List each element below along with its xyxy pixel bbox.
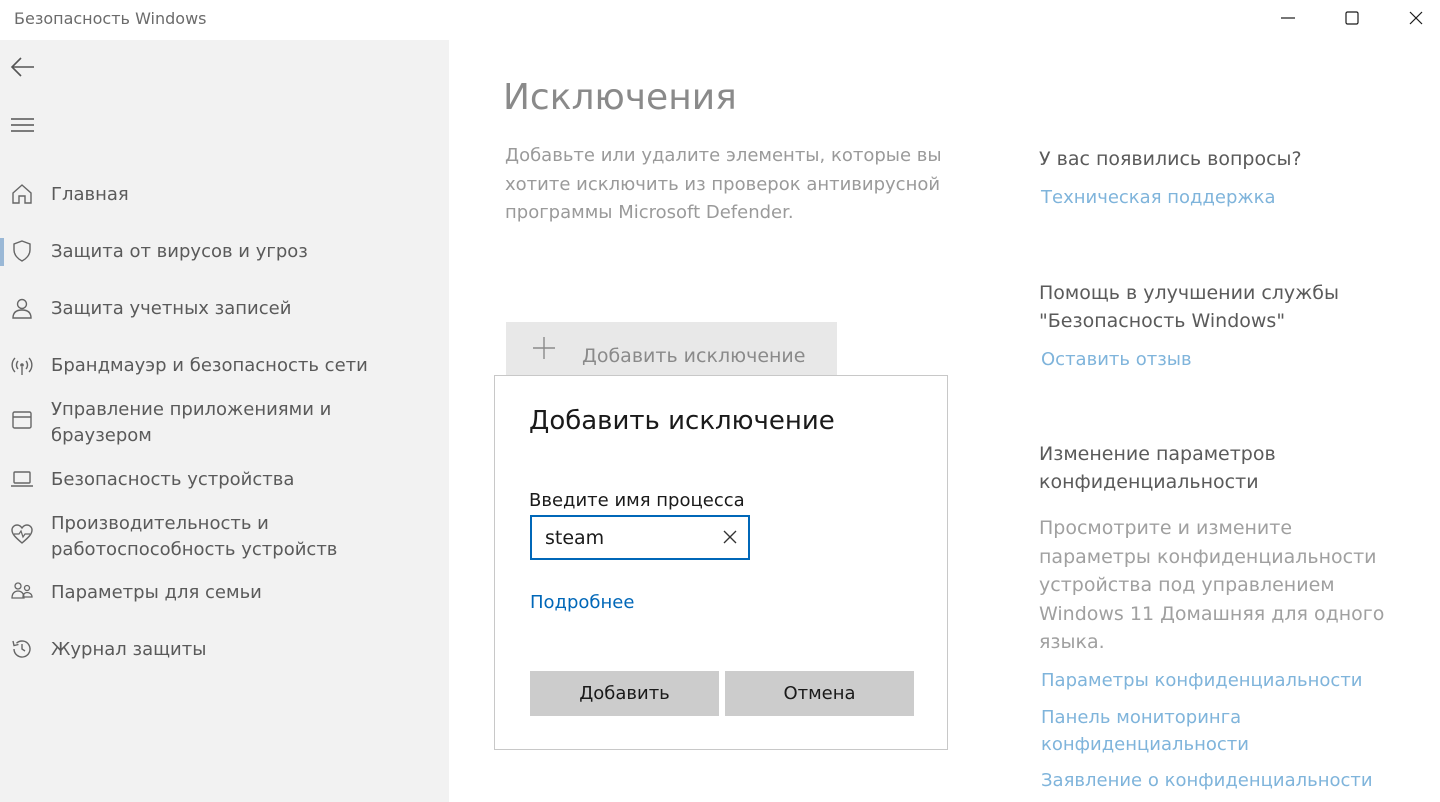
feedback-link[interactable]: Оставить отзыв	[1041, 346, 1192, 373]
family-icon	[11, 582, 33, 599]
window-title: Безопасность Windows	[14, 9, 207, 28]
active-indicator	[0, 238, 4, 266]
clear-icon[interactable]	[722, 529, 738, 545]
add-button[interactable]: Добавить	[530, 671, 719, 716]
close-icon	[1409, 11, 1423, 25]
shield-icon	[13, 240, 31, 262]
person-icon	[12, 298, 32, 319]
privacy-settings-link[interactable]: Параметры конфиденциальности	[1041, 667, 1363, 694]
page-description: Добавьте или удалите элементы, которые в…	[505, 145, 942, 223]
add-exclusion-button[interactable]: Добавить исключение	[506, 322, 837, 378]
close-button[interactable]	[1384, 0, 1440, 36]
history-icon	[12, 640, 31, 658]
dialog-title: Добавить исключение	[529, 406, 835, 436]
sidebar-item-history[interactable]: Журнал защиты	[0, 636, 449, 664]
wireless-icon	[11, 357, 33, 375]
laptop-icon	[11, 471, 33, 487]
sidebar-item-virus-protection[interactable]: Защита от вирусов и угроз	[0, 238, 449, 266]
questions-heading: У вас появились вопросы?	[1039, 148, 1302, 170]
cancel-button[interactable]: Отмена	[725, 671, 914, 716]
home-icon	[12, 184, 32, 204]
sidebar: Главная Защита от вирусов и угроз Защита…	[0, 40, 449, 802]
process-name-field	[530, 515, 750, 560]
back-arrow-icon	[10, 57, 34, 77]
minimize-icon	[1281, 17, 1295, 19]
sidebar-item-label: Брандмауэр и безопасность сети	[51, 355, 368, 376]
sidebar-item-app-browser[interactable]: Управление приложениями и браузером	[0, 396, 449, 452]
app-browser-icon	[12, 411, 32, 429]
maximize-button[interactable]	[1320, 0, 1384, 36]
privacy-dashboard-link[interactable]: Панель мониторинга конфиденциальности	[1041, 704, 1281, 758]
privacy-statement-link[interactable]: Заявление о конфиденциальности	[1041, 767, 1373, 794]
privacy-heading: Изменение параметров конфиденциальности	[1039, 443, 1276, 493]
minimize-button[interactable]	[1256, 0, 1320, 36]
sidebar-item-label: Производительность и работоспособность у…	[51, 513, 338, 560]
sidebar-item-label: Главная	[51, 184, 129, 205]
add-exclusion-dialog: Добавить исключение Введите имя процесса…	[494, 375, 948, 750]
sidebar-item-label: Безопасность устройства	[51, 469, 295, 490]
learn-more-link[interactable]: Подробнее	[530, 592, 634, 613]
page-title: Исключения	[503, 77, 737, 118]
support-link[interactable]: Техническая поддержка	[1041, 184, 1276, 211]
sidebar-item-label: Управление приложениями и браузером	[51, 399, 332, 446]
menu-button[interactable]	[8, 110, 38, 140]
sidebar-item-label: Параметры для семьи	[51, 582, 262, 603]
add-exclusion-label: Добавить исключение	[582, 345, 806, 367]
sidebar-item-firewall[interactable]: Брандмауэр и безопасность сети	[0, 352, 449, 380]
title-bar: Безопасность Windows	[0, 0, 1440, 40]
sidebar-item-family[interactable]: Параметры для семьи	[0, 579, 449, 607]
sidebar-item-account-protection[interactable]: Защита учетных записей	[0, 295, 449, 323]
sidebar-item-device-security[interactable]: Безопасность устройства	[0, 466, 449, 494]
sidebar-item-device-performance[interactable]: Производительность и работоспособность у…	[0, 510, 449, 566]
privacy-description: Просмотрите и измените параметры конфиде…	[1039, 517, 1385, 653]
sidebar-item-label: Журнал защиты	[51, 639, 207, 660]
plus-icon	[533, 337, 555, 359]
sidebar-item-home[interactable]: Главная	[0, 181, 449, 209]
hamburger-icon	[11, 118, 34, 132]
sidebar-item-label: Защита учетных записей	[51, 298, 292, 319]
process-name-label: Введите имя процесса	[529, 490, 745, 511]
back-button[interactable]	[8, 52, 38, 82]
heart-pulse-icon	[11, 524, 33, 544]
process-name-input[interactable]	[532, 517, 712, 558]
improve-heading: Помощь в улучшении службы "Безопасность …	[1039, 282, 1340, 332]
sidebar-item-label: Защита от вирусов и угроз	[51, 241, 308, 262]
maximize-icon	[1345, 11, 1359, 25]
